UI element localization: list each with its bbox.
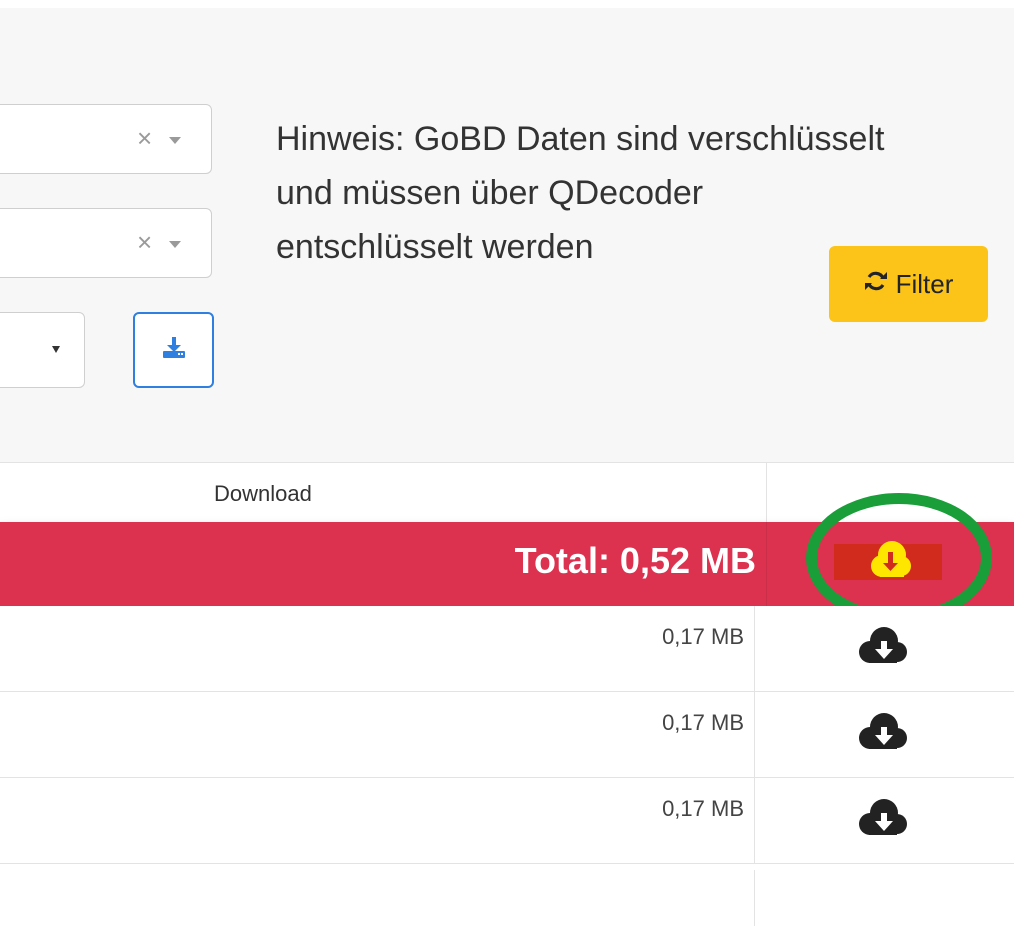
column-divider [766,522,767,606]
chevron-down-icon[interactable] [169,137,181,144]
filter-panel: × × Hinweis: GoBD Daten sind verschlüsse… [0,8,1014,462]
hint-line-2: und müssen über QDecoder [276,174,704,212]
hint-line-1: Hinweis: GoBD Daten sind verschlüsselt [276,120,885,158]
chevron-down-icon[interactable] [169,241,181,248]
column-divider [754,692,755,778]
cloud-download-icon[interactable] [852,710,918,759]
refresh-icon [864,269,888,300]
filter-select-2[interactable]: × [0,208,212,278]
table-empty-area [0,870,1014,926]
column-divider [754,606,755,692]
column-divider [754,778,755,864]
clear-icon[interactable]: × [137,229,152,255]
export-download-button[interactable] [133,312,214,388]
clear-icon[interactable]: × [137,125,152,151]
file-size: 0,17 MB [662,710,744,735]
download-tray-icon [161,336,187,365]
file-size: 0,17 MB [662,796,744,821]
table-row: 0,17 MB [0,606,1014,692]
cloud-download-icon[interactable] [852,796,918,845]
column-divider [754,870,755,926]
table-row: 0,17 MB [0,778,1014,864]
filter-select-1[interactable]: × [0,104,212,174]
cloud-download-icon[interactable] [852,624,918,673]
filter-button[interactable]: Filter [829,246,988,322]
column-divider [766,463,767,523]
caret-down-icon [52,346,60,353]
file-size: 0,17 MB [662,624,744,649]
filter-button-label: Filter [895,268,954,299]
format-select[interactable] [0,312,85,388]
highlight-ring [806,493,992,623]
download-column-header: Download [214,481,312,506]
table-row: 0,17 MB [0,692,1014,778]
total-size: Total: 0,52 MB [514,540,756,581]
